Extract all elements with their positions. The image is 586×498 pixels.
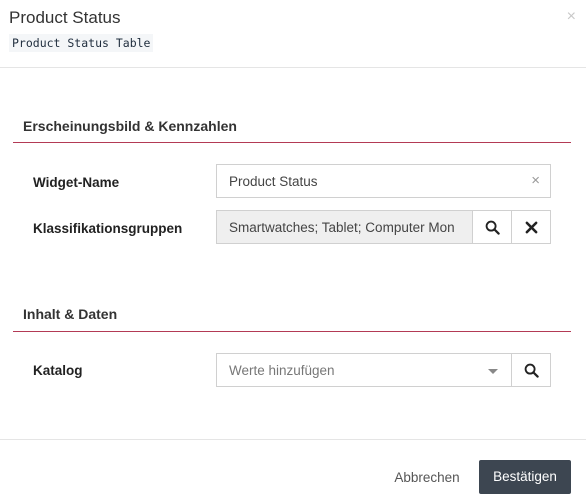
widget-name-label: Widget-Name <box>33 175 120 190</box>
classification-remove-button[interactable] <box>511 211 550 243</box>
close-icon[interactable]: × <box>567 8 576 26</box>
catalog-placeholder: Werte hinzufügen <box>229 363 335 378</box>
search-icon <box>524 363 539 378</box>
section-title-content: Inhalt & Daten <box>23 306 118 322</box>
classification-groups-label: Klassifikationsgruppen <box>33 221 183 236</box>
dialog-title: Product Status <box>9 8 121 27</box>
confirm-button[interactable]: Bestätigen <box>479 460 571 494</box>
classification-groups-field[interactable]: Smartwatches; Tablet; Computer Mon <box>216 210 551 244</box>
catalog-label: Katalog <box>33 363 83 378</box>
cancel-button[interactable]: Abbrechen <box>386 461 468 495</box>
section-divider <box>13 331 571 332</box>
catalog-search-button[interactable] <box>511 354 550 386</box>
classification-search-button[interactable] <box>472 211 511 243</box>
dialog-footer: Abbrechen Bestätigen <box>0 439 586 498</box>
clear-icon[interactable]: × <box>531 172 540 189</box>
widget-name-value: Product Status <box>229 174 318 189</box>
section-title-appearance: Erscheinungsbild & Kennzahlen <box>23 118 237 134</box>
classification-groups-value: Smartwatches; Tablet; Computer Mon <box>229 220 455 235</box>
remove-icon <box>525 221 537 233</box>
widget-name-input[interactable]: Product Status × <box>216 164 551 198</box>
section-divider <box>13 142 571 143</box>
catalog-select[interactable]: Werte hinzufügen <box>216 353 551 387</box>
search-icon <box>485 220 500 235</box>
chevron-down-icon[interactable] <box>488 369 498 374</box>
widget-settings-dialog: Product Status Product Status Table × Er… <box>0 0 586 498</box>
dialog-subtitle: Product Status Table <box>9 34 154 52</box>
dialog-header: Product Status Product Status Table × <box>0 0 586 68</box>
